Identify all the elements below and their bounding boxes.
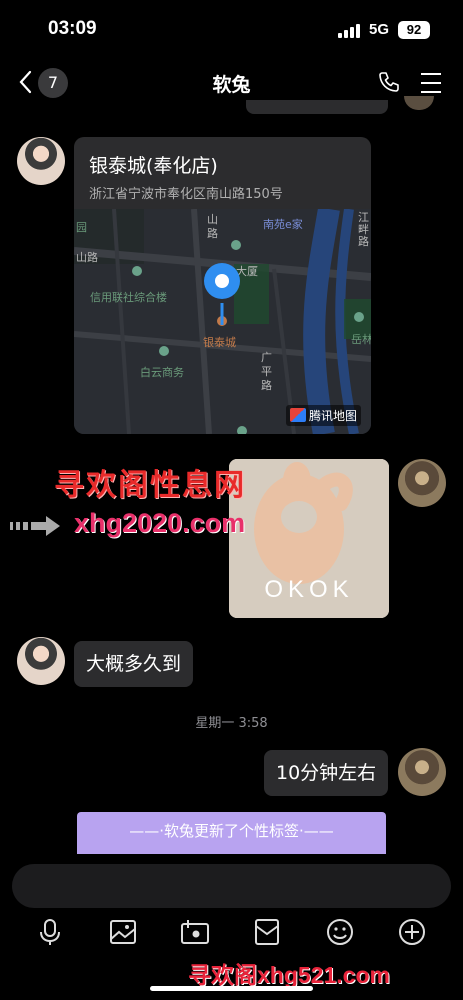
contact-avatar[interactable]	[17, 137, 65, 185]
received-message[interactable]: 大概多久到	[74, 641, 194, 687]
battery-icon: 92	[398, 21, 430, 39]
svg-text:路: 路	[358, 235, 369, 248]
svg-text:银泰城: 银泰城	[203, 335, 236, 349]
watermark-url: xhg2020.com	[74, 508, 246, 538]
watermark-text: 寻欢阁性息网	[54, 468, 246, 503]
home-indicator[interactable]	[150, 986, 313, 991]
status-bar: 03:09 5G 92	[0, 0, 463, 60]
svg-text:山: 山	[207, 213, 218, 226]
tencent-map-logo-icon	[289, 408, 306, 422]
system-notice: ——·软兔更新了个性标签·——	[77, 812, 386, 854]
message-timestamp: 星期一 3:58	[195, 716, 268, 731]
phone-icon[interactable]	[377, 70, 401, 94]
microphone-icon[interactable]	[34, 916, 66, 948]
svg-text:大厦: 大厦	[236, 264, 258, 278]
sent-message[interactable]: 10分钟左右	[264, 750, 389, 796]
previous-message-bubble	[246, 100, 388, 114]
svg-text:岳林文: 岳林文	[351, 332, 371, 346]
svg-text:南苑e家: 南苑e家	[263, 217, 303, 231]
map-preview[interactable]: 园 山 路 南苑e家 江 畔 路 山路 大厦 信用联社综合楼 银泰城 岳林文 白…	[74, 209, 371, 434]
svg-text:园: 园	[76, 221, 87, 234]
envelope-icon[interactable]	[251, 916, 283, 948]
my-avatar[interactable]	[398, 748, 446, 796]
location-name: 银泰城(奉化店)	[89, 155, 218, 177]
chat-header: 7 软兔	[0, 60, 463, 106]
map-provider-label: 腾讯地图	[285, 405, 361, 426]
location-card[interactable]: 银泰城(奉化店) 浙江省宁波市奉化区南山路150号 园 山 路 南苑e家 江 畔…	[74, 137, 371, 434]
plus-icon[interactable]	[396, 916, 428, 948]
emoji-icon[interactable]	[324, 916, 356, 948]
svg-text:平: 平	[261, 365, 272, 378]
watermark-bottom: 寻欢阁xhg521.com	[188, 962, 390, 988]
svg-text:路: 路	[207, 227, 218, 240]
arrow-right-icon	[10, 516, 60, 536]
image-message[interactable]: OKOK	[229, 459, 389, 618]
message-input[interactable]	[12, 864, 451, 908]
svg-text:白云商务: 白云商务	[140, 365, 184, 379]
svg-text:山路: 山路	[76, 251, 98, 264]
contact-avatar[interactable]	[17, 637, 65, 685]
location-address: 浙江省宁波市奉化区南山路150号	[89, 187, 283, 202]
menu-icon[interactable]	[419, 72, 443, 94]
image-caption: OKOK	[264, 576, 354, 603]
avatar	[404, 96, 434, 110]
signal-icon	[338, 24, 364, 38]
svg-text:路: 路	[261, 379, 272, 392]
status-time: 03:09	[48, 18, 97, 39]
camera-icon[interactable]	[179, 916, 211, 948]
my-avatar[interactable]	[398, 459, 446, 507]
image-icon[interactable]	[107, 916, 139, 948]
network-type: 5G	[369, 21, 390, 38]
svg-text:广: 广	[261, 351, 272, 364]
svg-text:信用联社综合楼: 信用联社综合楼	[90, 290, 167, 304]
map-brand-text: 腾讯地图	[308, 409, 357, 423]
